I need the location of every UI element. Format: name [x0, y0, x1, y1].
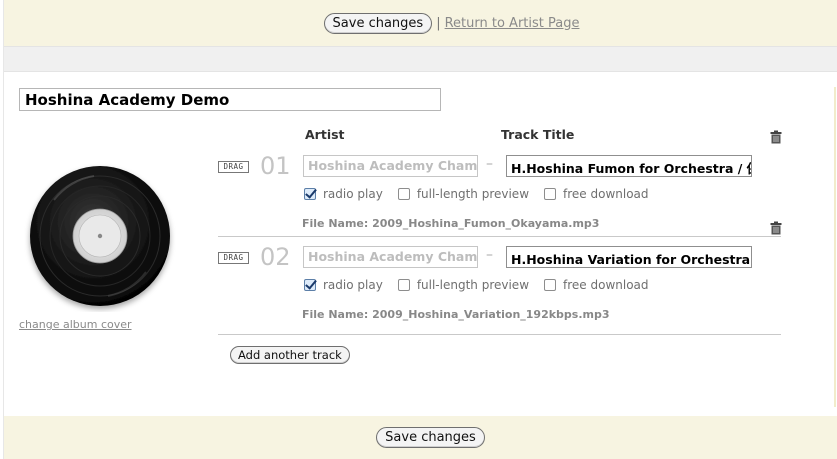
- right-border: [834, 87, 836, 407]
- artist-input[interactable]: Hoshina Academy Chamber: [303, 155, 478, 177]
- track-divider: [218, 334, 781, 335]
- track-options: radio play full-length preview free down…: [304, 187, 664, 201]
- full-length-preview-option[interactable]: full-length preview: [397, 278, 530, 292]
- radio-play-checkbox[interactable]: [304, 188, 316, 200]
- track-title-column-header: Track Title: [501, 127, 575, 142]
- free-download-option[interactable]: free download: [544, 278, 649, 292]
- bottom-action-bar: Save changes: [4, 416, 837, 459]
- file-name: File Name: 2009_Hoshina_Fumon_Okayama.mp…: [302, 217, 600, 230]
- trash-icon[interactable]: [770, 130, 782, 144]
- full-length-preview-checkbox[interactable]: [397, 279, 410, 291]
- album-editor-page: Save changes | Return to Artist Page Hos…: [0, 0, 837, 459]
- full-length-preview-label: full-length preview: [416, 187, 530, 201]
- artist-input[interactable]: Hoshina Academy Chamber: [303, 246, 478, 268]
- track-row: DRAG 02 Hoshina Academy Chamber – H.Hosh…: [218, 243, 783, 323]
- track-row: DRAG 01 Hoshina Academy Chamber – H.Hosh…: [218, 152, 783, 232]
- artist-title-separator: –: [486, 156, 493, 172]
- change-album-cover-link[interactable]: change album cover: [19, 318, 132, 331]
- full-length-preview-label: full-length preview: [416, 278, 530, 292]
- track-title-input[interactable]: H.Hoshina Variation for Orchestra / 保科洋: [506, 246, 752, 268]
- trash-icon[interactable]: [770, 221, 782, 235]
- artist-title-separator: –: [486, 247, 493, 263]
- radio-play-label: radio play: [323, 187, 383, 201]
- free-download-checkbox[interactable]: [544, 188, 557, 200]
- drag-handle[interactable]: DRAG: [218, 252, 249, 264]
- return-to-artist-link[interactable]: Return to Artist Page: [445, 16, 580, 31]
- free-download-option[interactable]: free download: [544, 187, 649, 201]
- header-divider-band: [4, 46, 837, 72]
- full-length-preview-option[interactable]: full-length preview: [397, 187, 530, 201]
- track-title-input[interactable]: H.Hoshina Fumon for Orchestra / 保科洋: [506, 155, 752, 177]
- album-title-input[interactable]: [19, 88, 441, 111]
- track-number: 01: [260, 152, 291, 180]
- radio-play-option[interactable]: radio play: [304, 187, 383, 201]
- top-action-bar: Save changes | Return to Artist Page: [4, 0, 837, 46]
- track-divider: [218, 236, 781, 237]
- add-another-track-button[interactable]: Add another track: [230, 346, 350, 364]
- vinyl-record-icon[interactable]: [24, 160, 176, 312]
- free-download-checkbox[interactable]: [544, 279, 557, 291]
- radio-play-checkbox[interactable]: [304, 279, 316, 291]
- free-download-label: free download: [563, 278, 649, 292]
- save-changes-button-bottom[interactable]: Save changes: [376, 427, 485, 448]
- file-name: File Name: 2009_Hoshina_Variation_192kbp…: [302, 308, 610, 321]
- artist-column-header: Artist: [305, 127, 345, 142]
- drag-handle[interactable]: DRAG: [218, 161, 249, 173]
- full-length-preview-checkbox[interactable]: [397, 188, 410, 200]
- separator: |: [436, 15, 441, 31]
- free-download-label: free download: [563, 187, 649, 201]
- track-options: radio play full-length preview free down…: [304, 278, 664, 292]
- track-number: 02: [260, 243, 291, 271]
- radio-play-label: radio play: [323, 278, 383, 292]
- radio-play-option[interactable]: radio play: [304, 278, 383, 292]
- save-changes-button-top[interactable]: Save changes: [323, 12, 433, 34]
